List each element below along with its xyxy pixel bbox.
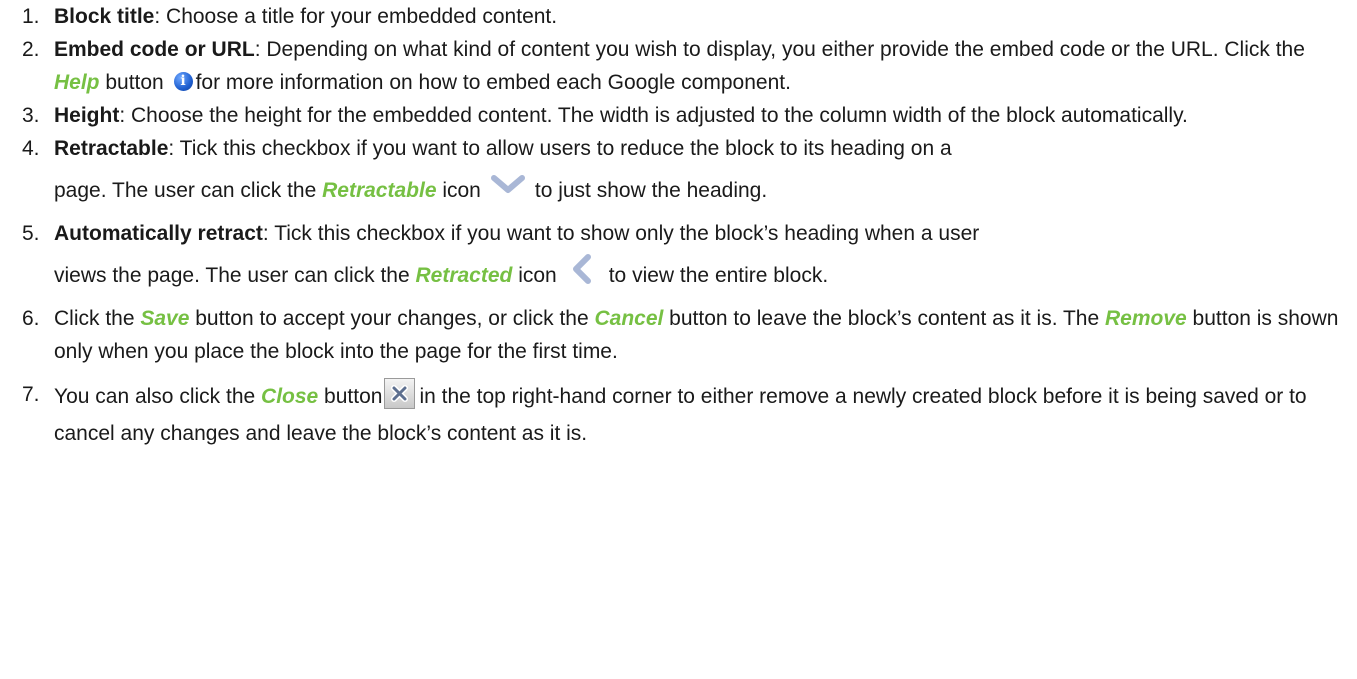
item-text: page. The user can click the: [54, 179, 323, 202]
save-button-name: Save: [140, 307, 190, 330]
item-text: to just show the heading.: [534, 179, 768, 202]
term-embed-code: Embed code or URL: [54, 38, 255, 61]
info-icon: i: [173, 71, 193, 91]
item-text: to view the entire block.: [608, 264, 829, 287]
chevron-left-icon: [572, 254, 591, 285]
item-text: : Tick this checkbox if you want to allo…: [168, 137, 952, 160]
item-text: : Choose the height for the embedded con…: [119, 104, 1188, 127]
list-item: 1. Block title: Choose a title for your …: [0, 0, 1357, 33]
list-number: 6.: [22, 307, 40, 330]
list-number: 4.: [22, 137, 40, 160]
retractable-icon-name: Retractable: [322, 179, 437, 202]
instruction-list: 1. Block title: Choose a title for your …: [0, 0, 1357, 450]
list-item: 5. Automatically retract: Tick this chec…: [0, 217, 1357, 302]
list-item: 6. Click the Save button to accept your …: [0, 302, 1357, 368]
item-text: : Tick this checkbox if you want to show…: [262, 222, 980, 245]
item-text: icon: [512, 264, 557, 287]
item-text: You can also click the: [54, 385, 262, 409]
item-text: : Choose a title for your embedded conte…: [154, 5, 558, 28]
term-retractable: Retractable: [54, 137, 169, 160]
term-automatically-retract: Automatically retract: [54, 222, 263, 245]
term-block-title: Block title: [54, 5, 155, 28]
item-text: for more information on how to embed eac…: [195, 71, 791, 94]
help-button-name: Help: [54, 71, 100, 94]
item-text: : Depending on what kind of content you …: [254, 38, 1305, 61]
item-text: Click the: [54, 307, 141, 330]
list-item: 7. You can also click the Close button in…: [0, 378, 1357, 450]
list-number: 2.: [22, 38, 40, 61]
retracted-icon-name: Retracted: [415, 264, 513, 287]
list-spacer: [0, 368, 1357, 378]
list-item: 3. Height: Choose the height for the emb…: [0, 99, 1357, 132]
item-text: button: [99, 71, 170, 94]
close-icon: [384, 378, 416, 409]
item-text: button to accept your changes, or click …: [189, 307, 595, 330]
item-text: icon: [436, 179, 481, 202]
list-number: 3.: [22, 104, 40, 127]
list-number: 7.: [22, 383, 40, 406]
item-text: views the page. The user can click the: [54, 264, 416, 287]
cancel-button-name: Cancel: [594, 307, 664, 330]
list-item: 4. Retractable: Tick this checkbox if yo…: [0, 132, 1357, 217]
document-page: 1. Block title: Choose a title for your …: [0, 0, 1357, 450]
remove-button-name: Remove: [1105, 307, 1187, 330]
list-number: 5.: [22, 222, 40, 245]
item-text: button: [318, 385, 383, 409]
item-text: button to leave the block’s content as i…: [663, 307, 1105, 330]
close-button-name: Close: [261, 385, 319, 409]
chevron-down-icon: [490, 175, 525, 194]
list-item: 2. Embed code or URL: Depending on what …: [0, 33, 1357, 99]
term-height: Height: [54, 104, 120, 127]
list-number: 1.: [22, 5, 40, 28]
